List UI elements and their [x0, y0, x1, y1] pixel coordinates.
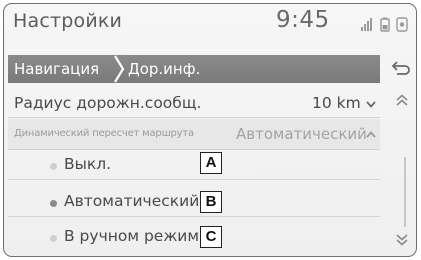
- dynamic-reroute-label: Динамический пересчет маршрута: [14, 128, 194, 139]
- scroll-down-icon[interactable]: [395, 232, 409, 246]
- status-icons: [359, 17, 415, 33]
- settings-screen: Настройки 9:45 Навигация Дор.инф. Радиус…: [3, 3, 417, 257]
- scroll-up-icon[interactable]: [395, 94, 409, 108]
- traffic-radius-label: Радиус дорожн.сообщ.: [14, 94, 202, 112]
- page-title: Настройки: [13, 10, 123, 32]
- back-arrow-icon[interactable]: [389, 57, 411, 79]
- option-label: Выкл.: [64, 155, 112, 173]
- option-manual[interactable]: В ручном режиме: [8, 223, 380, 252]
- scrollbar-track[interactable]: [404, 157, 406, 227]
- radio-indicator: [50, 163, 57, 170]
- signal-icon: [361, 18, 372, 31]
- breadcrumb-item-traffic-info: Дор.инф.: [128, 60, 201, 78]
- header-bar: Настройки 9:45: [4, 4, 416, 48]
- breadcrumb: Навигация Дор.инф.: [8, 55, 380, 83]
- chevron-down-icon: [366, 101, 376, 108]
- dynamic-reroute-row[interactable]: Динамический пересчет маршрута Автоматич…: [8, 119, 380, 150]
- info-icon: [396, 17, 408, 32]
- callout-label: C: [200, 226, 222, 248]
- radio-indicator: [50, 235, 57, 242]
- callout-label: B: [200, 191, 222, 213]
- battery-icon: [380, 17, 390, 32]
- dynamic-reroute-value: Автоматический: [236, 125, 367, 143]
- traffic-radius-value: 10 km: [312, 94, 361, 112]
- breadcrumb-item-navigation[interactable]: Навигация: [14, 55, 99, 83]
- option-label: Автоматический: [64, 192, 200, 210]
- callout-label: A: [200, 152, 222, 174]
- option-label: В ручном режиме: [64, 227, 209, 245]
- clock: 9:45: [276, 7, 330, 33]
- traffic-radius-row[interactable]: Радиус дорожн.сообщ. 10 km: [8, 90, 380, 118]
- option-off[interactable]: Выкл.: [8, 151, 380, 180]
- chevron-up-icon: [366, 131, 376, 138]
- option-automatic[interactable]: Автоматический: [8, 188, 380, 217]
- radio-indicator-selected: [50, 200, 57, 207]
- breadcrumb-separator-icon: [114, 55, 125, 83]
